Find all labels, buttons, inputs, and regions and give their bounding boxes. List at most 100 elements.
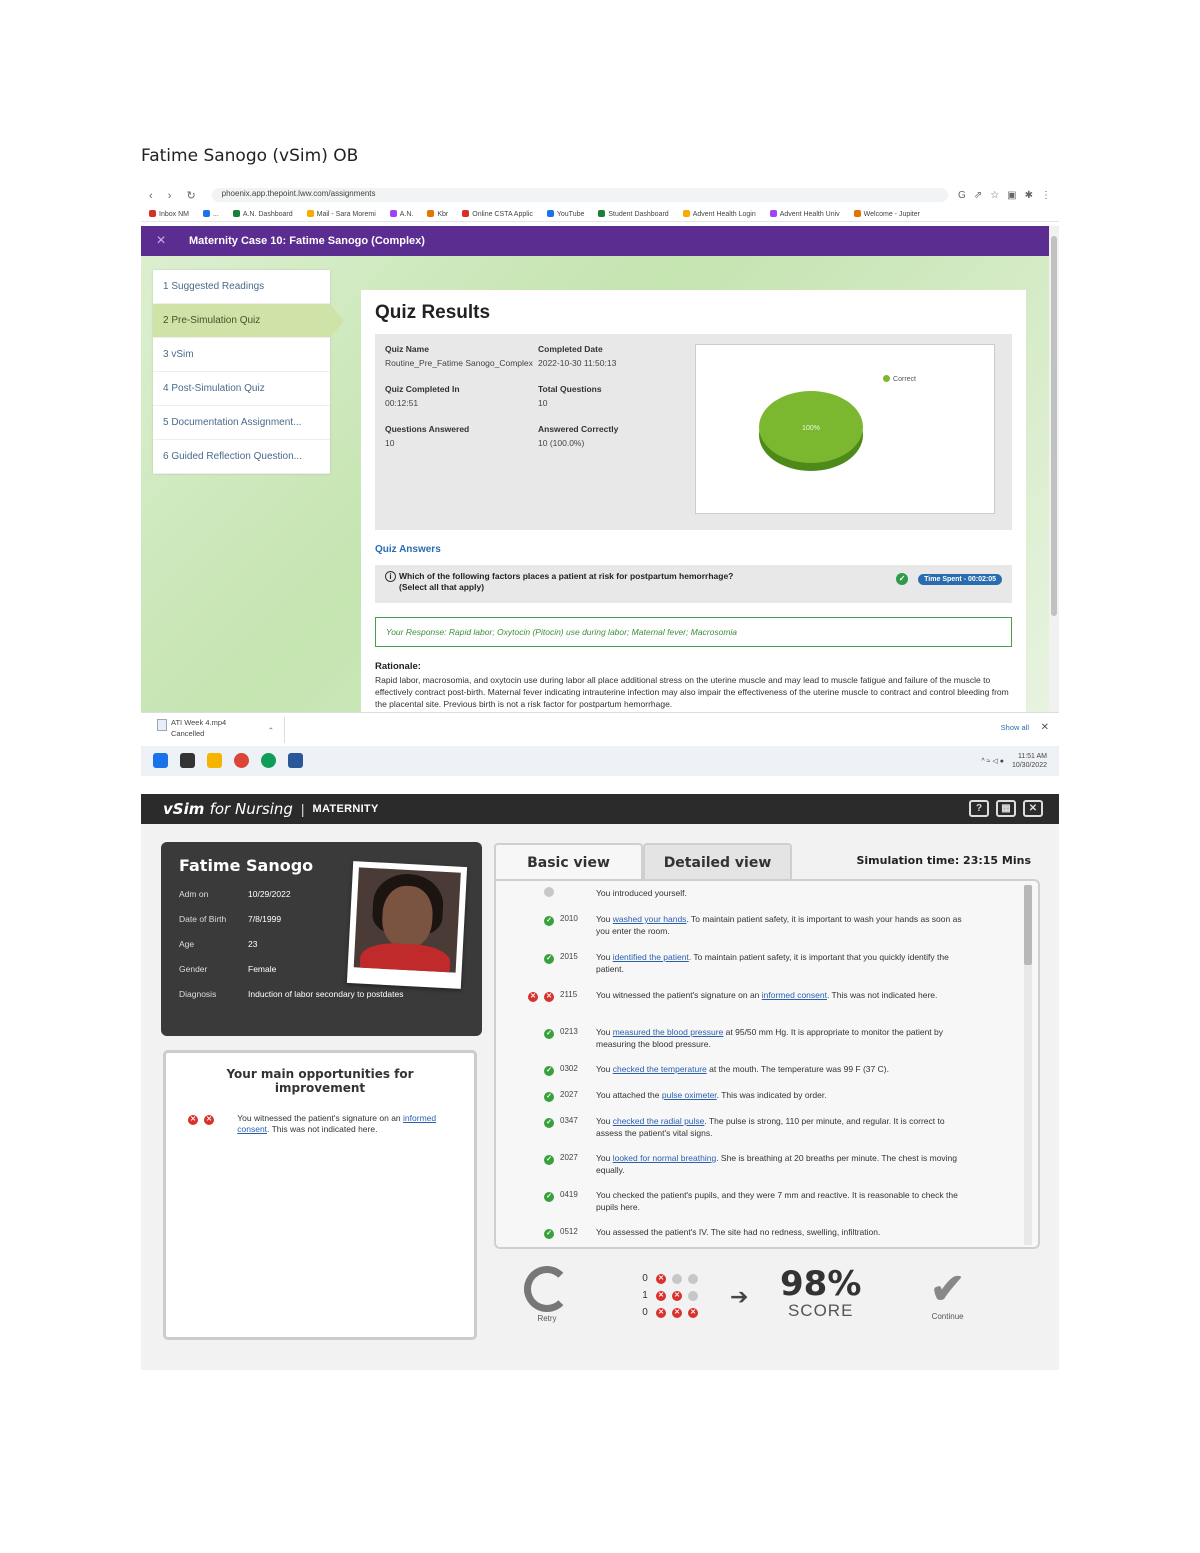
bookmark-item[interactable]: A.N. [389, 209, 413, 218]
bookmark-label: Welcome - Jupiter [863, 210, 920, 218]
log-text: You checked the temperature at the mouth… [596, 1063, 968, 1075]
completed-in-label: Quiz Completed In [385, 384, 460, 394]
log-link[interactable]: checked the radial pulse [613, 1116, 705, 1126]
bookmark-item[interactable]: A.N. Dashboard [232, 209, 293, 218]
step-item[interactable]: 2 Pre-Simulation Quiz [153, 304, 344, 338]
page-scrollbar[interactable] [1049, 226, 1059, 712]
quiz-title: Quiz Results [375, 302, 491, 323]
start-icon[interactable] [153, 753, 168, 768]
results-pie-chart: Correct 100% [695, 344, 995, 514]
question-row[interactable]: i Which of the following factors places a… [375, 565, 1012, 603]
bookmark-icon [149, 209, 156, 217]
bookmark-label: Student Dashboard [608, 210, 669, 218]
check-icon: ✓ [544, 1229, 554, 1239]
log-link[interactable]: identified the patient [613, 952, 689, 962]
tab-detailed-view[interactable]: Detailed view [643, 843, 792, 879]
check-icon: ✓ [544, 1118, 554, 1128]
step-item[interactable]: 4 Post-Simulation Quiz [153, 372, 330, 406]
quiz-name-value: Routine_Pre_Fatime Sanogo_Complex [385, 358, 533, 368]
vsim-brand: vSim for Nursing [163, 800, 293, 818]
log-link[interactable]: informed consent [762, 990, 827, 1000]
patient-field-value: Induction of labor secondary to postdate… [248, 989, 404, 999]
log-link[interactable]: measured the blood pressure [613, 1027, 724, 1037]
error-icon: ✕ [656, 1307, 666, 1318]
bookmark-item[interactable]: Advent Health Login [682, 209, 756, 218]
log-text-post: . This was not indicated here. [826, 990, 938, 1000]
downloads-bar: ATI Week 4.mp4 Cancelled ⌃ Show all ✕ [141, 712, 1059, 746]
results-footer: Retry 0 ✕ 1 ✕ ✕ 0 ✕ ✕ ✕ ➔ 98% SCORE ✔ Continue [494, 1260, 1040, 1350]
step-item[interactable]: 5 Documentation Assignment... [153, 406, 330, 440]
log-code: 0419 [560, 1190, 578, 1199]
log-text: You introduced yourself. [596, 887, 968, 899]
bookmark-item[interactable]: Kbr [427, 209, 448, 218]
total-questions-value: 10 [538, 398, 548, 408]
download-item[interactable]: ATI Week 4.mp4 Cancelled ⌃ [153, 717, 285, 743]
task-view-icon[interactable] [180, 753, 195, 768]
bookmark-item[interactable]: ... [202, 209, 219, 218]
log-link[interactable]: washed your hands [613, 914, 687, 924]
tab-basic-view[interactable]: Basic view [494, 843, 643, 879]
retry-label: Retry [537, 1314, 557, 1323]
close-icon[interactable]: ✕ [1041, 722, 1049, 733]
log-scrollbar[interactable] [1024, 885, 1032, 1245]
patient-field-label: Adm on [179, 889, 209, 899]
bookmark-item[interactable]: Welcome - Jupiter [853, 209, 920, 218]
log-status [524, 887, 554, 900]
word-icon[interactable] [288, 753, 303, 768]
chevron-up-icon[interactable]: ⌃ [268, 725, 274, 736]
continue-button[interactable]: ✔ Continue [930, 1266, 965, 1322]
case-title: Maternity Case 10: Fatime Sanogo (Comple… [189, 235, 425, 247]
tally-row: 1 ✕ ✕ [640, 1287, 698, 1304]
log-link[interactable]: pulse oximeter [662, 1090, 717, 1100]
log-text: You checked the radial pulse. The pulse … [596, 1115, 968, 1139]
error-icon: ✕ [204, 1115, 214, 1125]
close-icon[interactable]: ✕ [1023, 800, 1043, 817]
module-name: MATERNITY [312, 803, 379, 815]
retry-button[interactable]: Retry [524, 1266, 570, 1323]
bookmark-item[interactable]: Inbox NM [149, 209, 189, 218]
pie-legend: Correct [883, 375, 916, 383]
back-forward-reload-icons[interactable]: ‹ › ↻ [149, 189, 202, 202]
bookmark-item[interactable]: Student Dashboard [598, 209, 669, 218]
log-status: ✓ [524, 951, 554, 964]
bookmark-label: Mail - Sara Moremi [316, 210, 376, 218]
bookmark-item[interactable]: Online CSTA Applic [462, 209, 533, 218]
bookmark-item[interactable]: Advent Health Univ [769, 209, 840, 218]
error-icon: ✕ [656, 1290, 666, 1301]
improvement-text-after: . This was not indicated here. [267, 1124, 378, 1134]
log-status: ✓ [524, 1189, 554, 1202]
step-item[interactable]: 1 Suggested Readings [153, 270, 330, 304]
step-item[interactable]: 3 vSim [153, 338, 330, 372]
log-text-pre: You [596, 952, 613, 962]
document-title: Fatime Sanogo (vSim) OB [141, 146, 359, 166]
brand-for: for Nursing [209, 800, 293, 818]
log-link[interactable]: looked for normal breathing [613, 1153, 716, 1163]
log-code: 0213 [560, 1027, 578, 1036]
show-all-link[interactable]: Show all [1001, 723, 1029, 732]
bookmark-item[interactable]: YouTube [546, 209, 584, 218]
chrome-icon[interactable] [234, 753, 249, 768]
bookmark-item[interactable]: Mail - Sara Moremi [306, 209, 376, 218]
error-icon: ✕ [528, 992, 538, 1002]
address-bar[interactable]: phoenix.app.thepoint.lww.com/assignments [211, 188, 949, 202]
extension-icons[interactable]: G ⇗ ☆ ▣ ✱ ⋮ [958, 190, 1051, 201]
patient-field-label: Gender [179, 964, 208, 974]
help-icon[interactable]: ? [969, 800, 989, 817]
log-status: ✓ [524, 1152, 554, 1165]
tally-row: 0 ✕ [640, 1270, 698, 1287]
file-explorer-icon[interactable] [207, 753, 222, 768]
edge-icon[interactable] [261, 753, 276, 768]
log-code: 0512 [560, 1227, 578, 1236]
patient-field: Diagnosis Induction of labor secondary to… [179, 989, 464, 1014]
performance-tally: 0 ✕ 1 ✕ ✕ 0 ✕ ✕ ✕ [640, 1270, 698, 1321]
quiz-name-label: Quiz Name [385, 344, 429, 354]
clock-time: 11:51 AM [1017, 753, 1047, 760]
close-icon[interactable]: × [141, 232, 181, 250]
layout-icon[interactable]: ▦ [996, 800, 1016, 817]
step-item[interactable]: 6 Guided Reflection Question... [153, 440, 330, 474]
log-link[interactable]: checked the temperature [613, 1064, 707, 1074]
completed-date-value: 2022-10-30 11:50:13 [538, 358, 617, 368]
check-icon: ✓ [544, 1155, 554, 1165]
tray-icons[interactable]: ^ ≈ ◁ ● [981, 757, 1004, 765]
bookmark-icon [546, 209, 554, 217]
